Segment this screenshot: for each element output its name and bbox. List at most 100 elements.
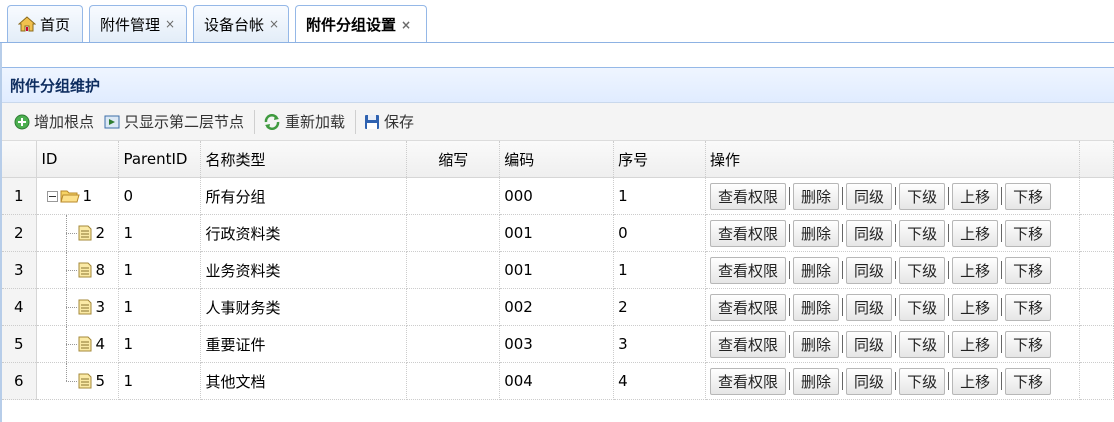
child-button[interactable]: 下级 xyxy=(899,182,946,210)
move-down-button[interactable]: 下移 xyxy=(1005,330,1052,358)
show-second-level-button[interactable]: 只显示第二层节点 xyxy=(104,111,244,132)
document-icon xyxy=(78,373,92,389)
move-up-button[interactable]: 上移 xyxy=(952,219,999,247)
move-down-button[interactable]: 下移 xyxy=(1005,219,1052,247)
tree-cell[interactable]: 2 xyxy=(36,214,120,252)
child-button[interactable]: 下级 xyxy=(899,219,946,247)
tree-guide xyxy=(41,215,55,251)
action-separator xyxy=(842,335,844,353)
collapse-toggle-icon[interactable] xyxy=(47,190,59,202)
sibling-button[interactable]: 同级 xyxy=(846,367,893,395)
sibling-button[interactable]: 同级 xyxy=(846,182,893,210)
tab-attachment-management[interactable]: 附件管理 × xyxy=(89,5,187,42)
panel-title-text: 附件分组维护 xyxy=(10,76,101,95)
action-separator xyxy=(948,335,950,353)
close-icon[interactable]: × xyxy=(401,19,411,31)
action-separator xyxy=(842,224,844,242)
tree-cell[interactable]: 5 xyxy=(36,362,120,400)
row-number: 1 xyxy=(2,177,38,215)
parent-id-cell: 1 xyxy=(118,214,202,252)
move-down-button[interactable]: 下移 xyxy=(1005,293,1052,321)
add-root-label: 增加根点 xyxy=(34,113,95,131)
move-down-button[interactable]: 下移 xyxy=(1005,367,1052,395)
sibling-button[interactable]: 同级 xyxy=(846,256,893,284)
code-cell: 002 xyxy=(499,288,615,326)
child-button[interactable]: 下级 xyxy=(899,330,946,358)
tab-equipment-ledger[interactable]: 设备台帐 × xyxy=(193,5,289,42)
move-down-button[interactable]: 下移 xyxy=(1005,256,1052,284)
view-permissions-button[interactable]: 查看权限 xyxy=(710,182,787,210)
action-separator xyxy=(789,187,791,205)
header-row: ID ParentID 名称类型 缩写 编码 序号 操作 xyxy=(2,141,1114,178)
tab-label: 附件分组设置 xyxy=(306,16,397,34)
tab-home[interactable]: 首页 xyxy=(7,5,83,42)
tree-connector xyxy=(55,215,78,251)
table-row[interactable]: 1 1 0 所有分组 000 1 查看权限 删除 同级 下级 上移 下移 xyxy=(2,177,1114,215)
sibling-button[interactable]: 同级 xyxy=(846,219,893,247)
tree-cell[interactable]: 8 xyxy=(36,251,120,289)
tree-cell[interactable]: 3 xyxy=(36,288,120,326)
view-permissions-button[interactable]: 查看权限 xyxy=(710,330,787,358)
column-header-abbr[interactable]: 缩写 xyxy=(406,141,501,178)
save-button[interactable]: 保存 xyxy=(364,111,414,132)
order-cell: 1 xyxy=(613,177,707,215)
move-up-button[interactable]: 上移 xyxy=(952,256,999,284)
tab-attachment-group-settings[interactable]: 附件分组设置 × xyxy=(295,5,427,43)
table-row[interactable]: 5 4 1 重要证件 003 3 查看权限 删除 同级 下级 上移 下移 xyxy=(2,325,1114,363)
table-row[interactable]: 3 8 1 业务资料类 001 1 查看权限 删除 同级 下级 上移 下移 xyxy=(2,251,1114,289)
tree-cell[interactable]: 1 xyxy=(36,177,120,215)
reload-button[interactable]: 重新加载 xyxy=(263,111,345,132)
action-separator xyxy=(1001,372,1003,390)
delete-button[interactable]: 删除 xyxy=(793,219,840,247)
child-button[interactable]: 下级 xyxy=(899,367,946,395)
move-up-button[interactable]: 上移 xyxy=(952,367,999,395)
delete-button[interactable]: 删除 xyxy=(793,330,840,358)
move-up-button[interactable]: 上移 xyxy=(952,182,999,210)
row-number: 3 xyxy=(2,251,38,289)
code-cell: 001 xyxy=(499,251,615,289)
parent-id-cell: 1 xyxy=(118,325,202,363)
actions-cell: 查看权限 删除 同级 下级 上移 下移 xyxy=(705,251,1080,289)
abbr-cell xyxy=(406,251,501,289)
action-separator xyxy=(948,298,950,316)
view-permissions-button[interactable]: 查看权限 xyxy=(710,256,787,284)
move-up-button[interactable]: 上移 xyxy=(952,293,999,321)
move-up-button[interactable]: 上移 xyxy=(952,330,999,358)
delete-button[interactable]: 删除 xyxy=(793,256,840,284)
table-row[interactable]: 2 2 1 行政资料类 001 0 查看权限 删除 同级 下级 上移 下移 xyxy=(2,214,1114,252)
column-header-name-type[interactable]: 名称类型 xyxy=(200,141,408,178)
table-row[interactable]: 4 3 1 人事财务类 002 2 查看权限 删除 同级 下级 上移 下移 xyxy=(2,288,1114,326)
panel-title: 附件分组维护 xyxy=(2,67,1114,103)
name-type-cell: 其他文档 xyxy=(200,362,408,400)
close-icon[interactable]: × xyxy=(269,18,279,30)
order-cell: 3 xyxy=(613,325,707,363)
node-id: 5 xyxy=(95,372,106,390)
column-header-id[interactable]: ID xyxy=(36,141,120,178)
action-separator xyxy=(895,187,897,205)
view-permissions-button[interactable]: 查看权限 xyxy=(710,367,787,395)
column-header-order[interactable]: 序号 xyxy=(613,141,707,178)
document-icon xyxy=(78,225,92,241)
tree-cell[interactable]: 4 xyxy=(36,325,120,363)
actions-cell: 查看权限 删除 同级 下级 上移 下移 xyxy=(705,288,1080,326)
delete-button[interactable]: 删除 xyxy=(793,367,840,395)
view-permissions-button[interactable]: 查看权限 xyxy=(710,293,787,321)
delete-button[interactable]: 删除 xyxy=(793,293,840,321)
action-separator xyxy=(1001,187,1003,205)
action-separator xyxy=(948,261,950,279)
abbr-cell xyxy=(406,362,501,400)
add-root-button[interactable]: 增加根点 xyxy=(14,111,94,132)
child-button[interactable]: 下级 xyxy=(899,256,946,284)
column-header-code[interactable]: 编码 xyxy=(499,141,615,178)
close-icon[interactable]: × xyxy=(165,18,175,30)
view-permissions-button[interactable]: 查看权限 xyxy=(710,219,787,247)
filler-cell xyxy=(1079,362,1114,400)
sibling-button[interactable]: 同级 xyxy=(846,293,893,321)
delete-button[interactable]: 删除 xyxy=(793,182,840,210)
action-separator xyxy=(789,335,791,353)
move-down-button[interactable]: 下移 xyxy=(1005,182,1052,210)
child-button[interactable]: 下级 xyxy=(899,293,946,321)
column-header-parentid[interactable]: ParentID xyxy=(118,141,202,178)
table-row[interactable]: 6 5 1 其他文档 004 4 查看权限 删除 同级 下级 上移 下移 xyxy=(2,362,1114,400)
sibling-button[interactable]: 同级 xyxy=(846,330,893,358)
